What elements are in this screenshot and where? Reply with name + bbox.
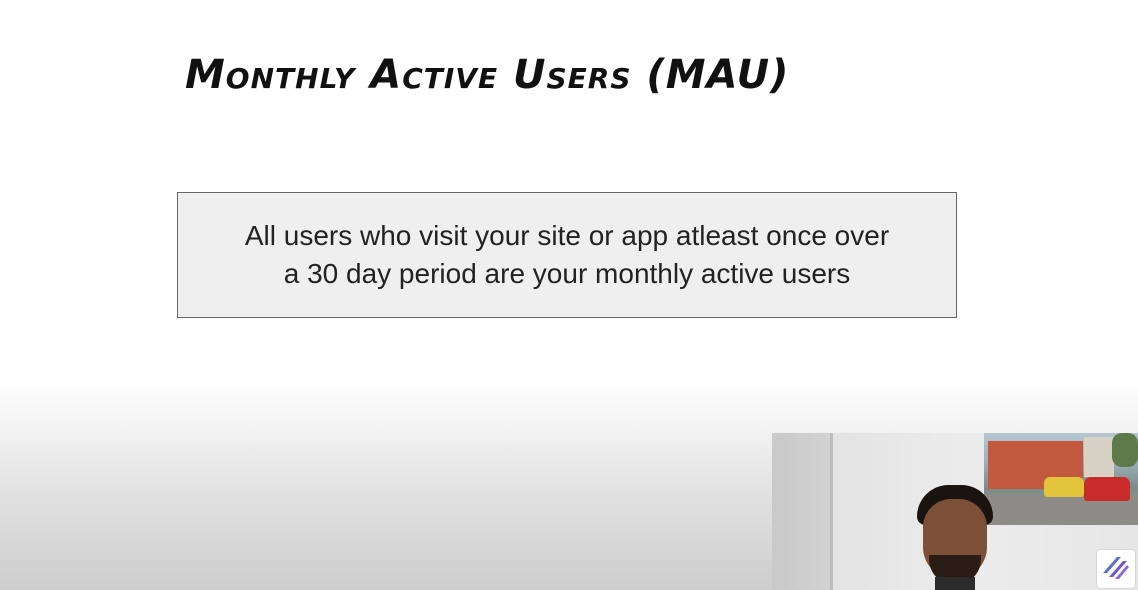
stripes-logo-icon <box>1097 550 1135 588</box>
stripes-logo-svg <box>1103 557 1129 579</box>
definition-line-2: a 30 day period are your monthly active … <box>283 258 851 289</box>
painting-red-car <box>1084 477 1130 501</box>
painting-building-2 <box>1084 437 1114 477</box>
painting-tree <box>1112 433 1138 467</box>
presenter-webcam <box>772 433 1138 590</box>
painting-yellow-car <box>1044 477 1084 497</box>
wall-painting <box>984 433 1138 525</box>
presenter-shirt <box>935 577 975 590</box>
presenter-person <box>915 485 995 590</box>
wall-edge <box>830 433 833 590</box>
definition-box: All users who visit your site or app atl… <box>177 192 957 318</box>
slide-title: Monthly Active Users (MAU) <box>185 52 790 98</box>
definition-line-1: All users who visit your site or app atl… <box>244 220 890 251</box>
definition-text: All users who visit your site or app atl… <box>245 217 889 293</box>
